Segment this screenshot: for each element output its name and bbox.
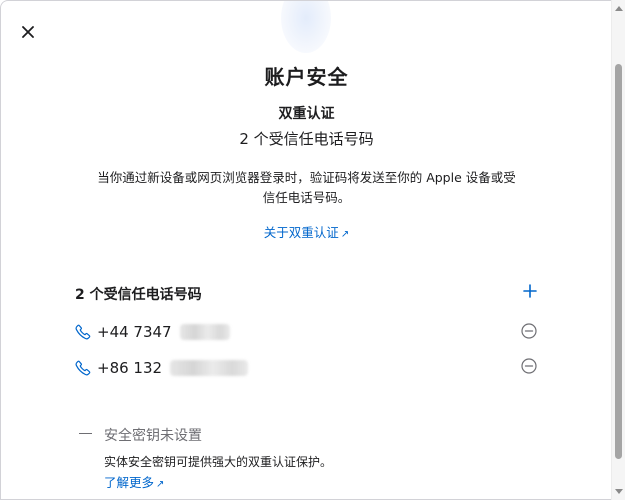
minus-circle-icon	[521, 323, 537, 339]
add-phone-button[interactable]	[518, 279, 542, 303]
minus-circle-icon	[521, 358, 537, 374]
vertical-scrollbar[interactable]	[611, 0, 625, 500]
security-key-learn-more-link[interactable]: 了解更多 ↗	[104, 472, 164, 491]
account-security-modal: 账户安全 双重认证 2 个受信任电话号码 当你通过新设备或网页浏览器登录时，验证…	[0, 0, 611, 500]
scroll-down-arrow-icon[interactable]	[615, 489, 623, 494]
header-glow	[281, 1, 331, 53]
external-link-icon: ↗	[340, 229, 350, 240]
security-key-status: 安全密钥未设置	[104, 428, 202, 444]
scroll-up-arrow-icon[interactable]	[615, 6, 623, 11]
about-two-factor-label: 关于双重认证	[263, 225, 339, 240]
about-two-factor-link[interactable]: 关于双重认证 ↗	[1, 222, 611, 241]
phone-row: +86 132	[75, 356, 249, 380]
close-button[interactable]	[17, 21, 39, 43]
scroll-thumb[interactable]	[615, 64, 622, 459]
phone-row: +44 7347	[75, 320, 230, 344]
learn-more-label: 了解更多	[104, 475, 155, 490]
phone-icon	[75, 324, 91, 340]
page-title: 账户安全	[264, 65, 349, 89]
phone-number: +86 132	[97, 359, 163, 377]
close-icon	[22, 26, 34, 38]
trusted-number-count: 2 个受信任电话号码	[239, 130, 374, 148]
phone-number: +44 7347	[97, 323, 172, 341]
trusted-numbers-header: 2 个受信任电话号码	[75, 287, 202, 303]
security-key-description: 实体安全密钥可提供强大的双重认证保护。	[104, 455, 333, 469]
redacted-digits	[179, 324, 230, 340]
redacted-digits	[170, 360, 249, 376]
remove-phone-button[interactable]	[519, 356, 539, 376]
external-link-icon: ↗	[156, 479, 165, 490]
remove-phone-button[interactable]	[519, 321, 539, 341]
two-factor-heading: 双重认证	[278, 106, 335, 122]
dash-icon	[79, 433, 92, 434]
plus-icon	[523, 284, 537, 298]
phone-icon	[75, 360, 91, 376]
two-factor-description: 当你通过新设备或网页浏览器登录时，验证码将发送至你的 Apple 设备或受信任电…	[97, 170, 516, 205]
